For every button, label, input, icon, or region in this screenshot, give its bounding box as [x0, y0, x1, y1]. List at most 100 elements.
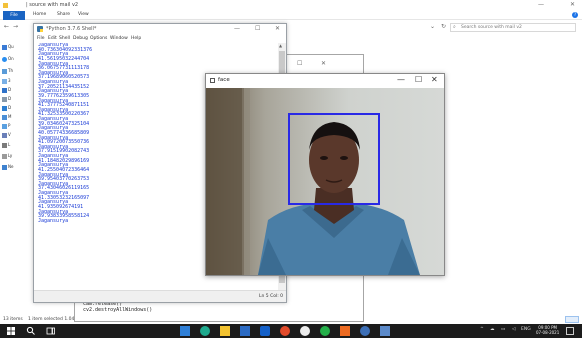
battery-icon[interactable]: ▭: [501, 327, 505, 332]
chevron-down-icon[interactable]: ⌄: [430, 23, 435, 30]
face-title: face: [218, 77, 230, 83]
file-explorer-icon[interactable]: [220, 326, 230, 336]
shell-titlebar: *Python 3.7.6 Shell* — ☐ ✕: [34, 24, 286, 35]
explorer-titlebar: | source with mail v2 — ✕: [0, 0, 582, 11]
explorer-search-input[interactable]: ⌕ Search source with mail v2: [450, 23, 576, 32]
idle-icon[interactable]: [380, 326, 390, 336]
edge-icon[interactable]: [200, 326, 210, 336]
tray-overflow-icon[interactable]: ^: [480, 327, 484, 332]
cloud-icon: [2, 56, 7, 62]
search-icon: ⌕: [453, 24, 456, 30]
face-maximize-button[interactable]: ☐: [415, 75, 422, 84]
mail-icon[interactable]: [240, 326, 250, 336]
view-toggle-icon[interactable]: [565, 316, 579, 323]
cube-icon: [2, 78, 7, 84]
nav-item-library[interactable]: Ly: [2, 153, 32, 162]
taskbar-clock[interactable]: 09:00 PM 07-08-2021: [536, 325, 559, 335]
nav-item-videos[interactable]: V: [2, 132, 32, 141]
menu-shell[interactable]: Shell: [59, 36, 70, 41]
whatsapp-icon[interactable]: [320, 326, 330, 336]
refresh-icon[interactable]: ↻: [441, 23, 446, 30]
menu-debug[interactable]: Debug: [73, 36, 88, 41]
notification-icon[interactable]: [566, 327, 574, 335]
code-line: cv2.destroyAllWindows(): [83, 307, 153, 313]
cloud-icon[interactable]: ☁: [490, 327, 495, 332]
desktop-screen: | source with mail v2 — ✕ File Home Shar…: [0, 0, 582, 338]
nav-item-pictures[interactable]: P: [2, 123, 32, 132]
windows-start-icon[interactable]: [6, 326, 16, 336]
music-icon: [2, 114, 7, 120]
nav-item-quick-access[interactable]: Qu: [2, 44, 32, 53]
shell-close-button[interactable]: ✕: [275, 25, 280, 32]
shell-title: *Python 3.7.6 Shell*: [46, 26, 97, 32]
settings-icon[interactable]: [300, 326, 310, 336]
python-icon: [37, 26, 43, 32]
back-arrow-icon[interactable]: ←: [4, 23, 9, 30]
menu-file[interactable]: File: [37, 36, 45, 41]
nav-item-this-pc[interactable]: Th: [2, 68, 32, 77]
nav-item-local-disk[interactable]: L: [2, 142, 32, 151]
computer-icon: [2, 68, 7, 74]
python-icon[interactable]: [360, 326, 370, 336]
task-view-icon[interactable]: [46, 326, 56, 336]
face-titlebar: face — ☐ ✕: [206, 74, 444, 88]
scroll-up-icon[interactable]: ▲: [279, 43, 282, 48]
drive-icon: [2, 142, 7, 148]
help-icon[interactable]: ?: [572, 12, 578, 18]
desktop-icon: [2, 87, 7, 93]
item-count: 13 items: [3, 317, 23, 322]
menu-edit[interactable]: Edit: [48, 36, 57, 41]
search-placeholder: Search source with mail v2: [461, 25, 522, 30]
face-close-button[interactable]: ✕: [431, 75, 438, 84]
menu-options[interactable]: Options: [90, 36, 107, 41]
ribbon-tab-file[interactable]: File: [3, 11, 25, 20]
picture-icon: [2, 123, 7, 129]
explorer-title: | source with mail v2: [26, 2, 79, 8]
clock-date: 07-08-2021: [536, 330, 560, 335]
nav-item-onedrive[interactable]: On: [2, 56, 32, 65]
nav-item-documents[interactable]: D: [2, 96, 32, 105]
nav-item-desktop[interactable]: D: [2, 87, 32, 96]
folder-icon: [3, 3, 8, 8]
explorer-navigation-pane: Qu On Th 3 D D D M P V L Ly Ne: [0, 36, 34, 316]
search-icon[interactable]: [26, 326, 36, 336]
ribbon-tab-home[interactable]: Home: [33, 12, 46, 17]
face-detection-box: [288, 113, 380, 205]
explorer-minimize-button[interactable]: —: [538, 1, 544, 8]
editor-maximize-button[interactable]: ☐: [297, 60, 302, 67]
shell-minimize-button[interactable]: —: [234, 25, 240, 32]
explorer-close-button[interactable]: ✕: [570, 1, 575, 8]
ribbon-tab-view[interactable]: View: [78, 12, 89, 17]
chrome-icon[interactable]: [280, 326, 290, 336]
face-minimize-button[interactable]: —: [397, 75, 405, 84]
document-icon: [2, 96, 7, 102]
forward-arrow-icon[interactable]: →: [13, 23, 18, 30]
nav-item-music[interactable]: M: [2, 114, 32, 123]
taskbar: ^ ☁ ▭ ◁ ENG 09:00 PM 07-08-2021: [0, 324, 582, 338]
window-icon: [210, 78, 215, 83]
ribbon-tab-share[interactable]: Share: [57, 12, 70, 17]
cursor-position: Ln 5 Col: 0: [259, 294, 284, 299]
download-icon: [2, 105, 7, 111]
network-icon: [2, 164, 7, 170]
language-indicator[interactable]: ENG: [521, 327, 531, 332]
word-icon[interactable]: [260, 326, 270, 336]
face-window[interactable]: face — ☐ ✕: [205, 73, 445, 276]
nav-item-network[interactable]: Ne: [2, 164, 32, 173]
volume-icon[interactable]: ◁: [512, 327, 515, 332]
menu-window[interactable]: Window: [110, 36, 128, 41]
store-icon[interactable]: [180, 326, 190, 336]
menu-help[interactable]: Help: [131, 36, 141, 41]
webcam-frame: [206, 88, 444, 275]
shell-statusline: Ln 5 Col: 0: [34, 290, 286, 302]
explorer-ribbon: File Home Share View ?: [0, 11, 582, 20]
shell-menubar: File Edit Shell Debug Options Window Hel…: [34, 35, 286, 43]
editor-close-button[interactable]: ✕: [321, 60, 326, 67]
video-icon: [2, 132, 7, 138]
nav-item-downloads[interactable]: D: [2, 105, 32, 114]
nav-item-3d-objects[interactable]: 3: [2, 78, 32, 87]
drive-icon: [2, 153, 7, 159]
vlc-icon[interactable]: [340, 326, 350, 336]
shell-maximize-button[interactable]: ☐: [255, 25, 260, 32]
selection-info: 1 item selected 1.04: [28, 317, 75, 322]
